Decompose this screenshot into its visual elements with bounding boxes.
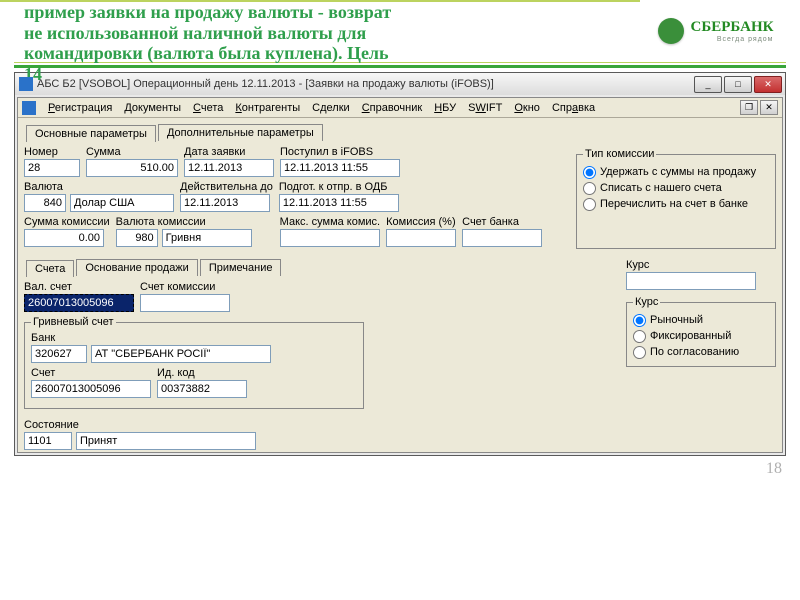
valid-until-label: Действительна до [180, 181, 273, 193]
comm-acct-input[interactable] [140, 294, 230, 312]
rate-opt-fixed-label: Фиксированный [650, 330, 731, 342]
minimize-button[interactable]: _ [694, 76, 722, 93]
bank-acct-label: Счет банка [462, 216, 542, 228]
comm-opt-hold[interactable] [583, 166, 596, 179]
bank-name-input[interactable] [91, 345, 271, 363]
maximize-button[interactable]: □ [724, 76, 752, 93]
rate-opt-market-label: Рыночный [650, 314, 703, 326]
currency-label: Валюта [24, 181, 174, 193]
comm-opt-writeoff-label: Списать с нашего счета [600, 182, 722, 194]
sum-input[interactable] [86, 159, 178, 177]
uah-account-legend: Гривневый счет [31, 316, 116, 328]
acct-input[interactable] [31, 380, 151, 398]
comm-curr-code-input[interactable] [116, 229, 158, 247]
menu-help[interactable]: Справка [546, 100, 601, 116]
prepared-label: Подгот. к отпр. в ОДБ [279, 181, 399, 193]
state-text-input[interactable] [76, 432, 256, 450]
commission-type-legend: Тип комиссии [583, 148, 656, 160]
menu-reference[interactable]: Справочник [356, 100, 429, 116]
slide-number: 18 [0, 456, 800, 480]
menu-accounts[interactable]: Счета [187, 100, 229, 116]
tab-main-params[interactable]: Основные параметры [26, 125, 156, 142]
rate-opt-agree[interactable] [633, 346, 646, 359]
comm-sum-input[interactable] [24, 229, 104, 247]
menu-nbu[interactable]: НБУ [428, 100, 462, 116]
prepared-input[interactable] [279, 194, 399, 212]
id-label: Ид. код [157, 367, 247, 379]
uah-account-group: Гривневый счет Банк [24, 316, 364, 409]
app-window: АБС Б2 [VSOBOL] Операционный день 12.11.… [14, 72, 786, 456]
mdi-close-button[interactable]: ✕ [760, 100, 778, 115]
close-button[interactable]: ✕ [754, 76, 782, 93]
id-input[interactable] [157, 380, 247, 398]
tab-note[interactable]: Примечание [200, 259, 282, 276]
state-label: Состояние [24, 419, 256, 431]
comm-pct-label: Комиссия (%) [386, 216, 456, 228]
comm-opt-hold-label: Удержать с суммы на продажу [600, 166, 756, 178]
max-comm-input[interactable] [280, 229, 380, 247]
window-titlebar: АБС Б2 [VSOBOL] Операционный день 12.11.… [15, 73, 785, 95]
menu-registration[interactable]: Регистрация [42, 100, 118, 116]
rate-type-group: Курс Рыночный Фиксированный По согласова… [626, 296, 776, 367]
sberbank-logo-icon [658, 18, 684, 44]
menu-documents[interactable]: Документы [118, 100, 187, 116]
comm-curr-label: Валюта комиссии [116, 216, 252, 228]
rate-type-legend: Курс [633, 296, 660, 308]
tab-basis[interactable]: Основание продажи [76, 259, 197, 276]
brand-logo: СБЕРБАНК Всегда рядом [640, 0, 800, 62]
app-icon [19, 77, 33, 91]
comm-opt-writeoff[interactable] [583, 182, 596, 195]
date-input[interactable] [184, 159, 274, 177]
menubar: Регистрация Документы Счета Контрагенты … [18, 98, 782, 118]
valid-until-input[interactable] [180, 194, 270, 212]
comm-curr-name-input[interactable] [162, 229, 252, 247]
bank-label: Банк [31, 332, 271, 344]
comm-opt-transfer[interactable] [583, 198, 596, 211]
tab-accounts[interactable]: Счета [26, 260, 74, 277]
menu-contragents[interactable]: Контрагенты [229, 100, 306, 116]
val-acct-label: Вал. счет [24, 281, 134, 293]
currency-name-input[interactable] [70, 194, 174, 212]
date-label: Дата заявки [184, 146, 274, 158]
max-comm-label: Макс. сумма комис. [280, 216, 380, 228]
number-input[interactable] [24, 159, 80, 177]
bank-acct-input[interactable] [462, 229, 542, 247]
brand-tagline: Всегда рядом [690, 36, 773, 43]
mdi-child-window: Регистрация Документы Счета Контрагенты … [17, 97, 783, 453]
slide-title: пример заявки на продажу валюты - возвра… [0, 0, 640, 62]
number-label: Номер [24, 146, 80, 158]
menu-swift[interactable]: SWIFT [462, 100, 508, 116]
received-label: Поступил в iFOBS [280, 146, 400, 158]
bottom-tabs: Счета Основание продажи Примечание [26, 259, 618, 276]
window-title: АБС Б2 [VSOBOL] Операционный день 12.11.… [37, 78, 691, 90]
acct-label: Счет [31, 367, 151, 379]
mdi-app-icon [22, 101, 36, 115]
rate-opt-agree-label: По согласованию [650, 346, 739, 358]
divider [14, 65, 786, 68]
menu-window[interactable]: Окно [508, 100, 546, 116]
commission-type-group: Тип комиссии Удержать с суммы на продажу… [576, 148, 776, 249]
tab-extra-params[interactable]: Дополнительные параметры [158, 124, 323, 141]
state-code-input[interactable] [24, 432, 72, 450]
comm-acct-label: Счет комиссии [140, 281, 230, 293]
menu-deals[interactable]: Сделки [306, 100, 356, 116]
received-input[interactable] [280, 159, 400, 177]
brand-name: СБЕРБАНК [690, 19, 773, 36]
rate-opt-market[interactable] [633, 314, 646, 327]
val-acct-input[interactable] [24, 294, 134, 312]
mdi-restore-button[interactable]: ❐ [740, 100, 758, 115]
currency-code-input[interactable] [24, 194, 66, 212]
sum-label: Сумма [86, 146, 178, 158]
bank-code-input[interactable] [31, 345, 87, 363]
top-tabs: Основные параметры Дополнительные параме… [26, 124, 776, 141]
comm-pct-input[interactable] [386, 229, 456, 247]
comm-opt-transfer-label: Перечислить на счет в банке [600, 198, 748, 210]
comm-sum-label: Сумма комиссии [24, 216, 110, 228]
rate-opt-fixed[interactable] [633, 330, 646, 343]
rate-label: Курс [626, 259, 776, 271]
rate-input[interactable] [626, 272, 756, 290]
